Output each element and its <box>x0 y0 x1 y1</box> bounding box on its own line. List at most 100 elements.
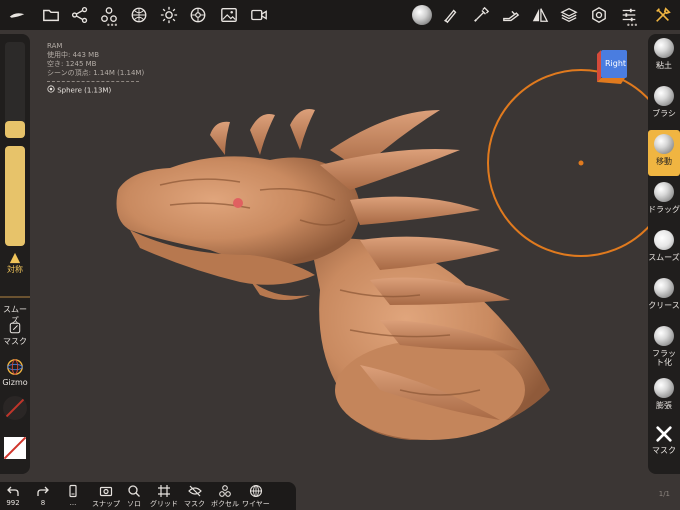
tool-label: 膨張 <box>656 401 672 410</box>
tool-label: 移動 <box>656 157 672 166</box>
view-cube[interactable]: Right <box>595 48 627 86</box>
solo-button[interactable]: ソロ <box>127 484 141 509</box>
voxel-button[interactable]: ボクセル <box>211 484 239 509</box>
mask-visibility-button[interactable]: マスク <box>184 484 205 509</box>
settings-icon[interactable] <box>588 4 610 26</box>
nomad-logo-icon[interactable] <box>6 4 28 26</box>
wireframe-button[interactable]: ワイヤー <box>242 484 270 509</box>
clay-tool-icon <box>654 38 674 58</box>
camera-icon[interactable] <box>248 4 270 26</box>
eye-icon[interactable] <box>47 85 55 96</box>
stats-free: 空き: 1245 MB <box>47 60 97 68</box>
tool-label: フラット化 <box>652 349 676 367</box>
undo-count: 992 <box>6 499 20 507</box>
symmetry-icon[interactable] <box>529 4 551 26</box>
tool-icon[interactable] <box>500 4 522 26</box>
light-icon[interactable] <box>158 4 180 26</box>
tools-icon[interactable] <box>652 4 674 26</box>
tool-label: マスク <box>652 446 676 455</box>
primary-color-swatch[interactable] <box>4 437 26 459</box>
grid-button[interactable]: グリッド <box>150 484 178 509</box>
more-button[interactable]: ... <box>66 484 80 507</box>
material-sphere-icon[interactable] <box>410 3 434 27</box>
symmetry-toggle[interactable]: 対称 <box>0 252 30 275</box>
bottom-toolbar: 992 8 ... スナップ ソロ グリッド マスク ボクセル ワイヤー <box>0 482 296 510</box>
secondary-color-swatch[interactable] <box>3 396 27 420</box>
mask-visibility-label: マスク <box>184 500 205 508</box>
snap-button[interactable]: スナップ <box>92 484 120 509</box>
gizmo-label: Gizmo <box>2 378 28 387</box>
stats-divider <box>47 81 139 82</box>
tool-drag[interactable]: ドラッグ <box>648 178 680 224</box>
postprocess-icon[interactable] <box>187 4 209 26</box>
stats-vertices: シーンの頂点: 1.14M (1.14M) <box>47 69 145 77</box>
crease-tool-icon <box>654 278 674 298</box>
stats-ram: RAM <box>47 42 63 50</box>
tool-move[interactable]: 移動 <box>648 130 680 176</box>
top-toolbar: ••• ••• <box>0 0 680 30</box>
brush-tool-icon <box>654 86 674 106</box>
tool-label: ドラッグ <box>648 205 680 214</box>
tool-inflate[interactable]: 膨張 <box>648 374 680 420</box>
tool-flatten[interactable]: フラット化 <box>648 322 680 374</box>
search-icon <box>128 485 140 497</box>
scene-graph-icon[interactable] <box>69 4 91 26</box>
redo-icon <box>37 486 49 496</box>
tool-clay[interactable]: 粘土 <box>648 34 680 80</box>
flatten-tool-icon <box>654 326 674 346</box>
move-tool-icon <box>654 134 674 154</box>
stats-used: 使用中: 443 MB <box>47 51 100 59</box>
background-image-icon[interactable] <box>218 4 240 26</box>
tool-smooth[interactable]: スムーズ <box>648 226 680 272</box>
mask-tool-icon <box>656 426 672 442</box>
redo-button[interactable]: 8 <box>36 484 50 507</box>
symmetry-label: 対称 <box>7 265 23 274</box>
radius-slider-fill <box>5 120 25 138</box>
gizmo-toggle[interactable]: Gizmo <box>0 358 30 387</box>
more-label: ... <box>69 499 77 507</box>
eye-off-icon <box>187 485 202 497</box>
scene-stats: RAM 使用中: 443 MB 空き: 1245 MB シーンの頂点: 1.14… <box>47 42 144 96</box>
left-panel: 対称 スムーズ マスク Gizmo <box>0 34 30 474</box>
voxel-icon <box>219 485 231 497</box>
phone-icon <box>69 484 77 498</box>
grid-label: グリッド <box>150 500 178 508</box>
mask-shortcut[interactable]: マスク <box>0 322 30 347</box>
gizmo-icon <box>7 359 23 375</box>
no-color-slash <box>3 396 27 420</box>
tool-label: 粘土 <box>656 61 672 70</box>
wireframe-label: ワイヤー <box>242 500 270 508</box>
tool-mask[interactable]: マスク <box>648 420 680 466</box>
snap-label: スナップ <box>92 500 120 508</box>
tool-crease[interactable]: クリース <box>648 274 680 320</box>
radius-slider[interactable] <box>5 42 25 138</box>
inflate-tool-icon <box>654 378 674 398</box>
mask-label: マスク <box>3 337 27 346</box>
tool-label: スムーズ <box>648 253 680 262</box>
sliders-more-icon: ••• <box>626 21 638 30</box>
wireframe-icon <box>249 484 262 498</box>
intensity-slider-fill <box>5 146 25 246</box>
mask-shortcut-icon <box>9 322 21 334</box>
dragon-eye <box>233 198 243 208</box>
smooth-tool-icon <box>654 230 674 250</box>
voxel-label: ボクセル <box>211 500 239 508</box>
warning-icon <box>9 252 21 264</box>
page-indicator: 1/1 <box>658 490 670 498</box>
undo-icon <box>7 486 19 496</box>
topology-more-icon: ••• <box>106 21 118 30</box>
folder-icon[interactable] <box>40 4 62 26</box>
stroke-icon[interactable] <box>470 4 492 26</box>
layers-icon[interactable] <box>558 4 580 26</box>
paint-icon[interactable] <box>440 4 462 26</box>
view-cube-face-label: Right <box>605 59 627 68</box>
solo-label: ソロ <box>127 500 141 508</box>
tool-panel: 粘土 ブラシ 移動 ドラッグ スムーズ クリース フラット化 膨張 マスク <box>648 34 680 474</box>
grid-icon <box>158 485 170 497</box>
tool-label: クリース <box>648 301 680 310</box>
redo-count: 8 <box>40 499 46 507</box>
tool-brush[interactable]: ブラシ <box>648 82 680 128</box>
undo-button[interactable]: 992 <box>6 484 20 507</box>
material-icon[interactable] <box>128 4 150 26</box>
intensity-slider[interactable] <box>5 146 25 246</box>
